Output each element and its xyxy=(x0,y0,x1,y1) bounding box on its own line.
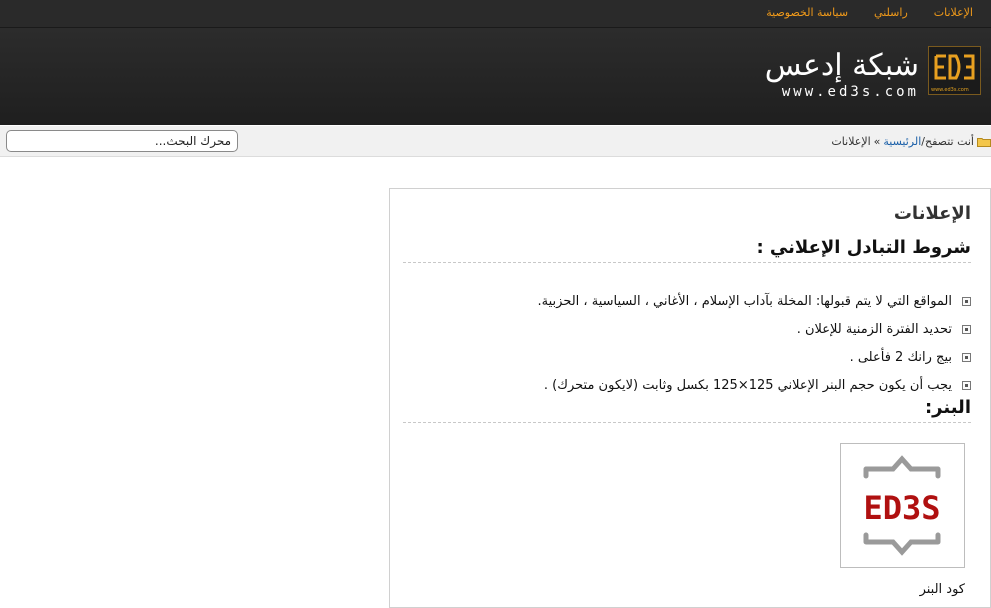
terms-heading: شروط التبادل الإعلاني : xyxy=(403,237,971,263)
search-input[interactable] xyxy=(6,130,238,152)
breadcrumb-current: الإعلانات xyxy=(831,135,871,148)
term-text: بيج رانك 2 فأعلى . xyxy=(849,349,952,365)
top-nav-ads-link[interactable]: الإعلانات xyxy=(934,6,973,19)
bullet-icon xyxy=(962,324,971,334)
logo-small-url: www.ed3s.com xyxy=(931,87,969,93)
top-nav-privacy-link[interactable]: سياسة الخصوصية xyxy=(766,6,848,19)
banner-heading: البنر: xyxy=(403,397,971,423)
breadcrumb-bar: أنت تتصفح/ الرئيسية » الإعلانات xyxy=(0,126,991,157)
site-title[interactable]: شبكة إدعس xyxy=(765,48,919,83)
content-panel: الإعلانات شروط التبادل الإعلاني : المواق… xyxy=(389,188,991,608)
list-item: تحديد الفترة الزمنية للإعلان . xyxy=(401,315,971,343)
bullet-icon xyxy=(962,352,971,362)
top-nav-links: الإعلانات راسلني سياسة الخصوصية xyxy=(766,6,973,19)
list-item: يجب أن يكون حجم البنر الإعلاني 125×125 ب… xyxy=(401,371,971,399)
breadcrumb: أنت تتصفح/ الرئيسية » الإعلانات xyxy=(831,135,991,148)
list-item: بيج رانك 2 فأعلى . xyxy=(401,343,971,371)
banner-image[interactable]: ED3S xyxy=(840,443,965,568)
banner-code-label: كود البنر xyxy=(919,582,965,597)
top-nav-bar: الإعلانات راسلني سياسة الخصوصية xyxy=(0,0,991,28)
breadcrumb-prefix: أنت تتصفح/ xyxy=(921,135,974,148)
terms-list: المواقع التي لا يتم قبولها: المخلة بآداب… xyxy=(401,287,971,399)
bullet-icon xyxy=(962,296,971,306)
folder-icon xyxy=(977,137,991,147)
site-header: www.ed3s.com شبكة إدعس www.ed3s.com xyxy=(0,28,991,125)
term-text: تحديد الفترة الزمنية للإعلان . xyxy=(796,321,952,337)
top-nav-contact-link[interactable]: راسلني xyxy=(874,6,908,19)
list-item: المواقع التي لا يتم قبولها: المخلة بآداب… xyxy=(401,287,971,315)
site-logo[interactable]: www.ed3s.com xyxy=(928,46,981,95)
logo-ed3-icon xyxy=(934,54,975,80)
bullet-icon xyxy=(962,380,971,390)
term-text: يجب أن يكون حجم البنر الإعلاني 125×125 ب… xyxy=(543,377,952,393)
page-title: الإعلانات xyxy=(893,203,971,224)
site-url: www.ed3s.com xyxy=(781,84,919,100)
banner-text: ED3S xyxy=(863,489,940,527)
breadcrumb-home-link[interactable]: الرئيسية xyxy=(883,135,921,148)
breadcrumb-separator: » xyxy=(873,135,881,148)
term-text: المواقع التي لا يتم قبولها: المخلة بآداب… xyxy=(537,293,953,309)
banner-ed3s-logo-icon: ED3S xyxy=(863,455,941,556)
